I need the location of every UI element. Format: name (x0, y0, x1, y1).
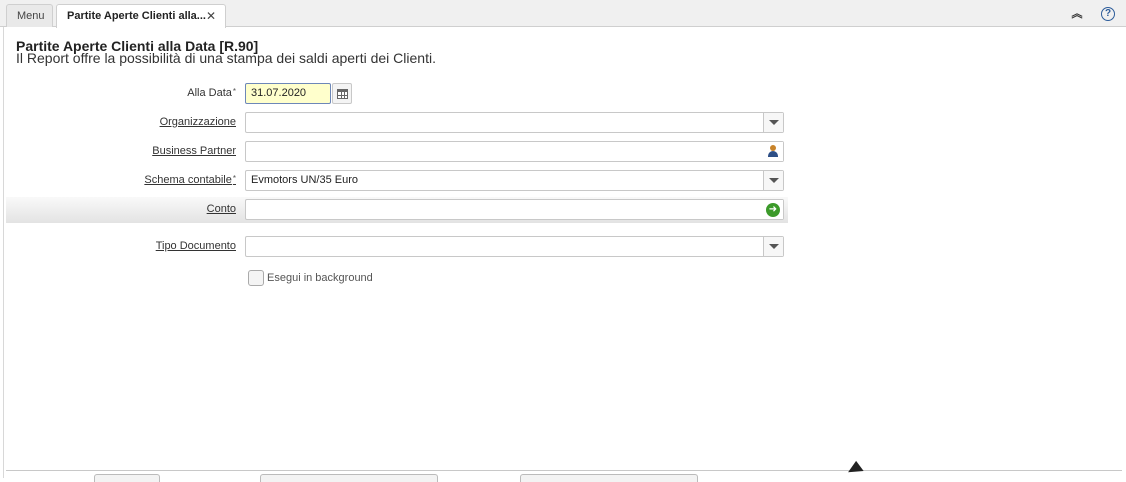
calendar-icon (336, 89, 348, 99)
footer-divider (6, 470, 1122, 471)
person-icon (768, 145, 778, 157)
green-arrow-icon: ➜ (766, 203, 780, 217)
footer-button-3[interactable] (520, 474, 698, 482)
conto-label[interactable]: Conto (207, 203, 236, 215)
tab-report-label: Partite Aperte Clienti alla... (67, 10, 206, 22)
page-description: Il Report offre la possibilità di una st… (16, 50, 436, 66)
tipo-documento-select[interactable] (245, 236, 784, 257)
mouse-cursor-icon (848, 460, 866, 480)
footer-button-2[interactable] (260, 474, 438, 482)
help-icon[interactable]: ? (1101, 7, 1115, 21)
tab-menu-label: Menu (17, 10, 45, 22)
business-partner-search-button[interactable] (763, 142, 783, 161)
collapse-up-icon[interactable]: ︽ (1070, 7, 1084, 21)
tipo-documento-label[interactable]: Tipo Documento (156, 240, 236, 252)
row-conto: Conto ➜ (6, 197, 788, 223)
row-alla-data: Alla Data* 31.07.2020 (6, 81, 788, 107)
organizzazione-select[interactable] (245, 112, 784, 133)
tipo-documento-dropdown-button[interactable] (763, 237, 783, 256)
calendar-button[interactable] (332, 83, 352, 104)
alla-data-label: Alla Data* (187, 87, 236, 99)
tab-report[interactable]: Partite Aperte Clienti alla... ✕ (56, 4, 226, 28)
footer-button-1[interactable] (94, 474, 160, 482)
business-partner-label[interactable]: Business Partner (152, 145, 236, 157)
background-checkbox-label[interactable]: Esegui in background (267, 272, 373, 284)
chevron-down-icon (768, 243, 779, 249)
row-business-partner: Business Partner (6, 139, 788, 165)
chevron-down-icon (768, 119, 779, 125)
conto-search-button[interactable]: ➜ (763, 200, 783, 219)
row-organizzazione: Organizzazione (6, 110, 788, 136)
chevron-down-icon (768, 177, 779, 183)
row-schema-contabile: Schema contabile* Evmotors UN/35 Euro (6, 168, 788, 194)
tab-menu[interactable]: Menu (6, 4, 53, 27)
organizzazione-label[interactable]: Organizzazione (160, 116, 236, 128)
close-icon[interactable]: ✕ (206, 5, 216, 27)
schema-contabile-value: Evmotors UN/35 Euro (251, 174, 358, 186)
organizzazione-dropdown-button[interactable] (763, 113, 783, 132)
row-tipo-documento: Tipo Documento (6, 234, 788, 260)
conto-input[interactable]: ➜ (245, 199, 784, 220)
left-border (3, 27, 4, 478)
schema-contabile-label[interactable]: Schema contabile* (144, 174, 236, 186)
schema-contabile-select[interactable]: Evmotors UN/35 Euro (245, 170, 784, 191)
alla-data-input[interactable]: 31.07.2020 (245, 83, 331, 104)
schema-contabile-dropdown-button[interactable] (763, 171, 783, 190)
tab-bar: Menu Partite Aperte Clienti alla... ✕ ︽ … (0, 0, 1126, 28)
business-partner-input[interactable] (245, 141, 784, 162)
background-checkbox[interactable] (248, 270, 264, 286)
